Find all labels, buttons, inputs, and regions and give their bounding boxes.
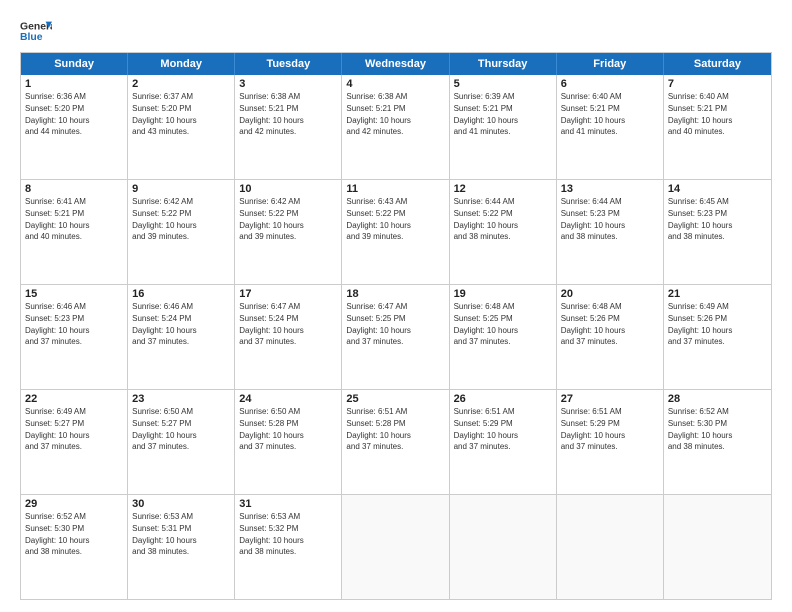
calendar-header: SundayMondayTuesdayWednesdayThursdayFrid…: [21, 53, 771, 75]
table-row: 28Sunrise: 6:52 AMSunset: 5:30 PMDayligh…: [664, 390, 771, 494]
table-row: 22Sunrise: 6:49 AMSunset: 5:27 PMDayligh…: [21, 390, 128, 494]
table-row: 2Sunrise: 6:37 AMSunset: 5:20 PMDaylight…: [128, 75, 235, 179]
table-row: [557, 495, 664, 599]
calendar: SundayMondayTuesdayWednesdayThursdayFrid…: [20, 52, 772, 600]
table-row: 7Sunrise: 6:40 AMSunset: 5:21 PMDaylight…: [664, 75, 771, 179]
table-row: [664, 495, 771, 599]
table-row: 5Sunrise: 6:39 AMSunset: 5:21 PMDaylight…: [450, 75, 557, 179]
calendar-body: 1Sunrise: 6:36 AMSunset: 5:20 PMDaylight…: [21, 75, 771, 599]
table-row: 4Sunrise: 6:38 AMSunset: 5:21 PMDaylight…: [342, 75, 449, 179]
table-row: 17Sunrise: 6:47 AMSunset: 5:24 PMDayligh…: [235, 285, 342, 389]
table-row: 14Sunrise: 6:45 AMSunset: 5:23 PMDayligh…: [664, 180, 771, 284]
table-row: 15Sunrise: 6:46 AMSunset: 5:23 PMDayligh…: [21, 285, 128, 389]
table-row: 10Sunrise: 6:42 AMSunset: 5:22 PMDayligh…: [235, 180, 342, 284]
calendar-week-4: 22Sunrise: 6:49 AMSunset: 5:27 PMDayligh…: [21, 390, 771, 495]
table-row: 11Sunrise: 6:43 AMSunset: 5:22 PMDayligh…: [342, 180, 449, 284]
logo: General Blue: [20, 18, 52, 46]
table-row: 26Sunrise: 6:51 AMSunset: 5:29 PMDayligh…: [450, 390, 557, 494]
table-row: 31Sunrise: 6:53 AMSunset: 5:32 PMDayligh…: [235, 495, 342, 599]
header-day-tuesday: Tuesday: [235, 53, 342, 75]
calendar-week-5: 29Sunrise: 6:52 AMSunset: 5:30 PMDayligh…: [21, 495, 771, 599]
table-row: 18Sunrise: 6:47 AMSunset: 5:25 PMDayligh…: [342, 285, 449, 389]
table-row: 29Sunrise: 6:52 AMSunset: 5:30 PMDayligh…: [21, 495, 128, 599]
table-row: 23Sunrise: 6:50 AMSunset: 5:27 PMDayligh…: [128, 390, 235, 494]
table-row: 27Sunrise: 6:51 AMSunset: 5:29 PMDayligh…: [557, 390, 664, 494]
header-day-wednesday: Wednesday: [342, 53, 449, 75]
table-row: 13Sunrise: 6:44 AMSunset: 5:23 PMDayligh…: [557, 180, 664, 284]
header-day-saturday: Saturday: [664, 53, 771, 75]
header-day-monday: Monday: [128, 53, 235, 75]
calendar-page: General Blue SundayMondayTuesdayWednesda…: [0, 0, 792, 612]
table-row: 24Sunrise: 6:50 AMSunset: 5:28 PMDayligh…: [235, 390, 342, 494]
header-day-sunday: Sunday: [21, 53, 128, 75]
calendar-week-1: 1Sunrise: 6:36 AMSunset: 5:20 PMDaylight…: [21, 75, 771, 180]
logo-icon: General Blue: [20, 18, 52, 46]
header-day-friday: Friday: [557, 53, 664, 75]
table-row: 30Sunrise: 6:53 AMSunset: 5:31 PMDayligh…: [128, 495, 235, 599]
table-row: 6Sunrise: 6:40 AMSunset: 5:21 PMDaylight…: [557, 75, 664, 179]
header: General Blue: [20, 18, 772, 46]
header-day-thursday: Thursday: [450, 53, 557, 75]
calendar-week-2: 8Sunrise: 6:41 AMSunset: 5:21 PMDaylight…: [21, 180, 771, 285]
table-row: 8Sunrise: 6:41 AMSunset: 5:21 PMDaylight…: [21, 180, 128, 284]
table-row: 19Sunrise: 6:48 AMSunset: 5:25 PMDayligh…: [450, 285, 557, 389]
table-row: 21Sunrise: 6:49 AMSunset: 5:26 PMDayligh…: [664, 285, 771, 389]
table-row: 1Sunrise: 6:36 AMSunset: 5:20 PMDaylight…: [21, 75, 128, 179]
table-row: 9Sunrise: 6:42 AMSunset: 5:22 PMDaylight…: [128, 180, 235, 284]
table-row: 12Sunrise: 6:44 AMSunset: 5:22 PMDayligh…: [450, 180, 557, 284]
table-row: [450, 495, 557, 599]
table-row: 3Sunrise: 6:38 AMSunset: 5:21 PMDaylight…: [235, 75, 342, 179]
table-row: 20Sunrise: 6:48 AMSunset: 5:26 PMDayligh…: [557, 285, 664, 389]
svg-text:Blue: Blue: [20, 32, 43, 43]
table-row: 25Sunrise: 6:51 AMSunset: 5:28 PMDayligh…: [342, 390, 449, 494]
table-row: 16Sunrise: 6:46 AMSunset: 5:24 PMDayligh…: [128, 285, 235, 389]
calendar-week-3: 15Sunrise: 6:46 AMSunset: 5:23 PMDayligh…: [21, 285, 771, 390]
table-row: [342, 495, 449, 599]
